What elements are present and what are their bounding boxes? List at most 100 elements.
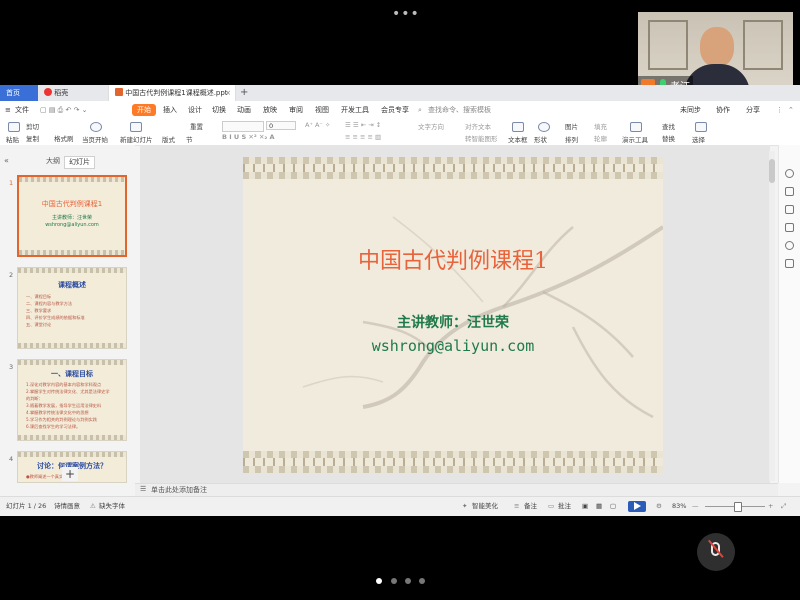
notes-placeholder[interactable]: 单击此处添加备注 [151, 485, 207, 495]
missing-font-button[interactable]: 缺失字体 [99, 497, 125, 516]
find-button[interactable]: 查找 [662, 121, 675, 131]
select-button[interactable]: 选择 [692, 134, 705, 144]
picture-button[interactable]: 图片 [565, 121, 578, 131]
mute-microphone-button[interactable] [697, 533, 735, 571]
font-name-dropdown[interactable] [222, 121, 264, 132]
select-icon[interactable] [695, 122, 707, 132]
slide-thumbnail-2[interactable]: 课程概述 一、课程目标 二、课程内容与教学方法 三、教学要求 四、评价学生成绩的… [17, 267, 127, 349]
menu-view[interactable]: 视图 [315, 101, 329, 119]
notes-toggle-button[interactable]: 备注 [524, 497, 537, 516]
scrollbar-thumb[interactable] [769, 159, 775, 183]
collaborate-button[interactable]: 协作 [716, 101, 730, 119]
outline-button[interactable]: 轮廓 [594, 133, 607, 143]
shape-icon[interactable] [538, 122, 550, 132]
menu-icon[interactable]: ≡ [5, 101, 11, 119]
new-slide-button[interactable]: 新建幻灯片 [120, 134, 153, 144]
tab-wps[interactable]: 稻壳 [38, 85, 108, 101]
section-button[interactable]: 节 [186, 134, 193, 144]
add-tab-button[interactable]: + [238, 85, 252, 101]
page-indicator-dot[interactable] [376, 578, 382, 584]
settings-icon[interactable]: ⚙ [656, 497, 662, 516]
paragraph-buttons[interactable]: ☰ ☰ ⇤ ⇥ ↕ [345, 121, 381, 129]
textbox-button[interactable]: 文本框 [508, 134, 528, 144]
reset-button[interactable]: 重置 [190, 121, 203, 131]
tab-document[interactable]: 中国古代判例课程1课程概述.ppt × [108, 85, 236, 101]
replace-button[interactable]: 替换 [662, 133, 675, 143]
design-icon[interactable] [785, 169, 794, 178]
chevron-up-icon[interactable]: ⌃ [788, 101, 794, 119]
menu-member[interactable]: 会员专享 [381, 101, 409, 119]
menu-review[interactable]: 审阅 [289, 101, 303, 119]
tab-slides[interactable]: 幻灯片 [64, 156, 95, 169]
slide-teacher[interactable]: 主讲教师：汪世荣 [243, 312, 663, 332]
slide-thumbnail-1[interactable]: 中国古代判例课程1 主讲教师：汪世荣 wshrong@aliyun.com [17, 175, 127, 257]
font-style-buttons[interactable]: B I U S ✕² ✕₂ A [222, 133, 275, 141]
sync-status[interactable]: 未同步 [680, 101, 701, 119]
format-painter-button[interactable]: 格式刷 [54, 133, 74, 143]
zoom-slider-thumb[interactable] [734, 502, 742, 512]
command-search[interactable]: 查找命令、搜索模板 [428, 101, 491, 119]
copy-button[interactable]: 复制 [26, 133, 39, 143]
close-icon[interactable]: × [225, 85, 231, 101]
smart-art-button[interactable]: 转智能图形 [465, 133, 498, 143]
slide-email[interactable]: wshrong@aliyun.com [243, 337, 663, 355]
menu-design[interactable]: 设计 [188, 101, 202, 119]
document-icon[interactable] [785, 223, 794, 232]
slide-sorter-icon[interactable]: ▦ [596, 497, 602, 516]
tab-home[interactable]: 首页 [0, 85, 38, 101]
presenter-tools-button[interactable]: 演示工具 [622, 134, 648, 144]
adjust-icon[interactable] [785, 187, 794, 196]
comments-toggle-button[interactable]: 批注 [558, 497, 571, 516]
menu-insert[interactable]: 插入 [163, 101, 177, 119]
slide-title[interactable]: 中国古代判例课程1 [243, 243, 663, 275]
notes-bar[interactable]: ☰ 单击此处添加备注 [135, 483, 778, 497]
shape-button[interactable]: 形状 [534, 134, 547, 144]
layers-icon[interactable] [785, 259, 794, 268]
reading-view-icon[interactable]: ▢ [610, 497, 616, 516]
page-indicator-dot[interactable] [405, 578, 411, 584]
vertical-scrollbar[interactable] [769, 151, 775, 481]
align-text-button[interactable]: 对齐文本 [465, 121, 491, 131]
arrange-button[interactable]: 排列 [565, 134, 578, 144]
menu-start[interactable]: 开始 [132, 104, 156, 116]
font-size-dropdown[interactable]: 0 [266, 121, 296, 130]
tab-outline[interactable]: 大纲 [42, 156, 64, 167]
menu-file[interactable]: 文件 [15, 101, 29, 119]
cut-button[interactable]: 剪切 [26, 121, 39, 131]
paste-icon[interactable] [8, 122, 20, 132]
add-slide-button[interactable]: + [62, 467, 79, 481]
window-more-dots[interactable]: ••• [392, 6, 420, 22]
pin-icon[interactable] [785, 205, 794, 214]
presenter-icon[interactable] [630, 122, 642, 132]
current-slide[interactable]: 中国古代判例课程1 主讲教师：汪世荣 wshrong@aliyun.com [243, 157, 663, 473]
menu-slideshow[interactable]: 放映 [263, 101, 277, 119]
zoom-in-icon[interactable]: + [768, 497, 773, 516]
paste-button[interactable]: 粘贴 [6, 134, 19, 144]
layout-button[interactable]: 版式 [162, 134, 175, 144]
zoom-level[interactable]: 83% [672, 497, 686, 516]
page-indicator-dot[interactable] [391, 578, 397, 584]
quick-access-icons[interactable]: ▢ ▤ ⎙ ↶ ↷ ⌄ [40, 101, 88, 119]
help-icon[interactable] [785, 241, 794, 250]
play-icon[interactable] [90, 122, 102, 132]
fill-button[interactable]: 填充 [594, 121, 607, 131]
new-slide-icon[interactable] [130, 122, 142, 132]
share-button[interactable]: 分享 [746, 101, 760, 119]
menu-animation[interactable]: 动画 [237, 101, 251, 119]
text-direction-button[interactable]: 文字方向 [418, 121, 444, 131]
font-size-buttons[interactable]: A⁺ A⁻ ✧ [305, 121, 330, 129]
slide-thumbnail-3[interactable]: 一、课程目标 1.深化对教学内容的基本内容和学科观点 2.掌握学生对传统法律文化… [17, 359, 127, 441]
alignment-buttons[interactable]: ≡ ≡ ≡ ≡ ▥ [345, 133, 381, 141]
more-icon[interactable]: ⋮ [776, 101, 783, 119]
page-indicator-dot[interactable] [419, 578, 425, 584]
normal-view-icon[interactable]: ▣ [582, 497, 588, 516]
textbox-icon[interactable] [512, 122, 524, 132]
menu-transition[interactable]: 切换 [212, 101, 226, 119]
collapse-panel-icon[interactable]: « [4, 156, 9, 165]
zoom-out-icon[interactable]: — [692, 497, 699, 516]
smart-beautify-button[interactable]: 智能美化 [472, 497, 498, 516]
menu-developer[interactable]: 开发工具 [341, 101, 369, 119]
fit-window-icon[interactable]: ⤢ [781, 497, 786, 516]
play-from-current-button[interactable]: 当页开始 [82, 134, 108, 144]
theme-name[interactable]: 诗情画意 [54, 497, 80, 516]
